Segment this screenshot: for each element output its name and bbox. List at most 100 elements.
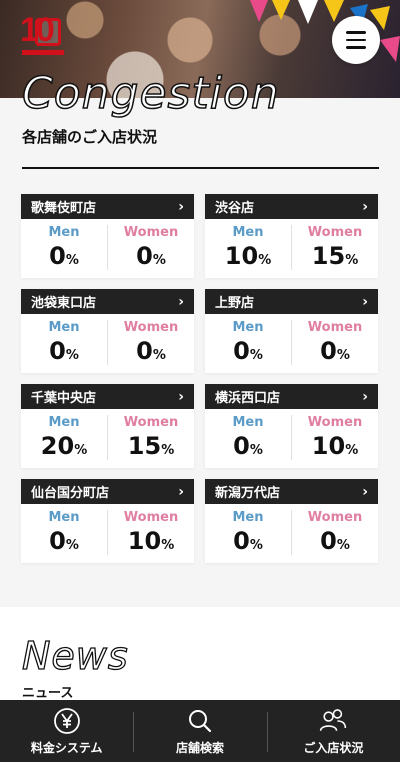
section-divider bbox=[22, 167, 379, 169]
women-label: Women bbox=[307, 320, 363, 335]
women-percentage: 10 bbox=[311, 432, 346, 460]
women-label: Women bbox=[307, 225, 363, 240]
percent-unit: % bbox=[161, 538, 175, 553]
store-name: 歌舞伎町店 bbox=[31, 201, 97, 216]
percent-unit: % bbox=[258, 253, 272, 268]
percent-unit: % bbox=[74, 443, 88, 458]
store-name: 池袋東口店 bbox=[31, 296, 97, 311]
men-percentage: 0 bbox=[49, 337, 66, 365]
store-card-header[interactable]: 新潟万代店 › bbox=[205, 479, 378, 504]
store-card-header[interactable]: 千葉中央店 › bbox=[21, 384, 194, 409]
hamburger-menu-icon bbox=[346, 31, 366, 34]
store-name: 新潟万代店 bbox=[215, 486, 281, 501]
bottom-navigation: 料金システム 店舗検索 ご入店状況 bbox=[0, 700, 400, 762]
men-label: Men bbox=[48, 320, 80, 335]
men-percentage: 0 bbox=[233, 337, 250, 365]
men-label: Men bbox=[232, 225, 264, 240]
store-name: 渋谷店 bbox=[215, 201, 255, 216]
store-card-header[interactable]: 渋谷店 › bbox=[205, 194, 378, 219]
nav-item-congestion[interactable]: ご入店状況 bbox=[266, 700, 400, 762]
chevron-right-icon: › bbox=[178, 198, 184, 215]
chevron-right-icon: › bbox=[178, 388, 184, 405]
store-card-header[interactable]: 横浜西口店 › bbox=[205, 384, 378, 409]
percent-unit: % bbox=[152, 253, 166, 268]
store-card[interactable]: 新潟万代店 › Men 0% Women 0% bbox=[205, 479, 378, 563]
store-card[interactable]: 横浜西口店 › Men 0% Women 10% bbox=[205, 384, 378, 468]
store-card[interactable]: 歌舞伎町店 › Men 0% Women 0% bbox=[21, 194, 194, 278]
men-label: Men bbox=[48, 415, 80, 430]
brand-logo[interactable]: 10 bbox=[20, 10, 66, 58]
people-icon bbox=[318, 706, 348, 736]
women-label: Women bbox=[123, 415, 179, 430]
percent-unit: % bbox=[345, 443, 359, 458]
women-percentage: 0 bbox=[136, 242, 153, 270]
section-title-news: News bbox=[21, 633, 129, 678]
percent-unit: % bbox=[161, 443, 175, 458]
men-percentage: 0 bbox=[233, 432, 250, 460]
men-percentage: 10 bbox=[224, 242, 259, 270]
women-label: Women bbox=[307, 510, 363, 525]
yen-coin-icon bbox=[52, 706, 82, 736]
store-card[interactable]: 千葉中央店 › Men 20% Women 15% bbox=[21, 384, 194, 468]
women-percentage: 0 bbox=[136, 337, 153, 365]
percent-unit: % bbox=[65, 253, 79, 268]
chevron-right-icon: › bbox=[362, 388, 368, 405]
men-label: Men bbox=[48, 225, 80, 240]
section-subtitle-news: ニュース bbox=[22, 686, 74, 701]
women-percentage: 0 bbox=[320, 337, 337, 365]
chevron-right-icon: › bbox=[178, 483, 184, 500]
women-percentage: 0 bbox=[320, 527, 337, 555]
chevron-right-icon: › bbox=[362, 198, 368, 215]
percent-unit: % bbox=[249, 348, 263, 363]
percent-unit: % bbox=[152, 348, 166, 363]
store-card[interactable]: 渋谷店 › Men 10% Women 15% bbox=[205, 194, 378, 278]
men-label: Men bbox=[232, 320, 264, 335]
men-percentage: 0 bbox=[49, 242, 66, 270]
store-name: 上野店 bbox=[215, 296, 255, 311]
percent-unit: % bbox=[249, 538, 263, 553]
store-name: 横浜西口店 bbox=[215, 391, 281, 406]
nav-item-pricing[interactable]: 料金システム bbox=[0, 700, 133, 762]
nav-label: 料金システム bbox=[30, 741, 103, 755]
men-label: Men bbox=[232, 510, 264, 525]
chevron-right-icon: › bbox=[362, 483, 368, 500]
women-percentage: 10 bbox=[127, 527, 162, 555]
chevron-right-icon: › bbox=[178, 293, 184, 310]
store-card[interactable]: 池袋東口店 › Men 0% Women 0% bbox=[21, 289, 194, 373]
store-name: 千葉中央店 bbox=[31, 391, 97, 406]
store-card-header[interactable]: 歌舞伎町店 › bbox=[21, 194, 194, 219]
section-title-congestion: Congestion bbox=[21, 67, 280, 120]
section-subtitle-congestion: 各店舗のご入店状況 bbox=[22, 128, 158, 146]
menu-button[interactable] bbox=[332, 16, 380, 64]
women-label: Women bbox=[123, 225, 179, 240]
nav-label: 店舗検索 bbox=[175, 741, 224, 755]
store-card-header[interactable]: 仙台国分町店 › bbox=[21, 479, 194, 504]
percent-unit: % bbox=[249, 443, 263, 458]
men-percentage: 0 bbox=[49, 527, 66, 555]
news-section: News ニュース bbox=[0, 607, 400, 707]
store-name: 仙台国分町店 bbox=[31, 486, 110, 501]
store-card[interactable]: 上野店 › Men 0% Women 0% bbox=[205, 289, 378, 373]
women-percentage: 15 bbox=[311, 242, 346, 270]
women-label: Women bbox=[307, 415, 363, 430]
men-label: Men bbox=[48, 510, 80, 525]
women-label: Women bbox=[123, 320, 179, 335]
men-percentage: 0 bbox=[233, 527, 250, 555]
nav-item-store-search[interactable]: 店舗検索 bbox=[133, 700, 266, 762]
store-card-header[interactable]: 上野店 › bbox=[205, 289, 378, 314]
chevron-right-icon: › bbox=[362, 293, 368, 310]
store-congestion-grid: 歌舞伎町店 › Men 0% Women 0% 渋谷店 › Men 10% Wo… bbox=[21, 194, 378, 563]
store-card-header[interactable]: 池袋東口店 › bbox=[21, 289, 194, 314]
percent-unit: % bbox=[345, 253, 359, 268]
store-card[interactable]: 仙台国分町店 › Men 0% Women 10% bbox=[21, 479, 194, 563]
women-label: Women bbox=[123, 510, 179, 525]
percent-unit: % bbox=[336, 538, 350, 553]
women-percentage: 15 bbox=[127, 432, 162, 460]
men-percentage: 20 bbox=[40, 432, 75, 460]
men-label: Men bbox=[232, 415, 264, 430]
search-icon bbox=[185, 706, 215, 736]
percent-unit: % bbox=[65, 348, 79, 363]
percent-unit: % bbox=[65, 538, 79, 553]
percent-unit: % bbox=[336, 348, 350, 363]
nav-label: ご入店状況 bbox=[303, 741, 364, 755]
